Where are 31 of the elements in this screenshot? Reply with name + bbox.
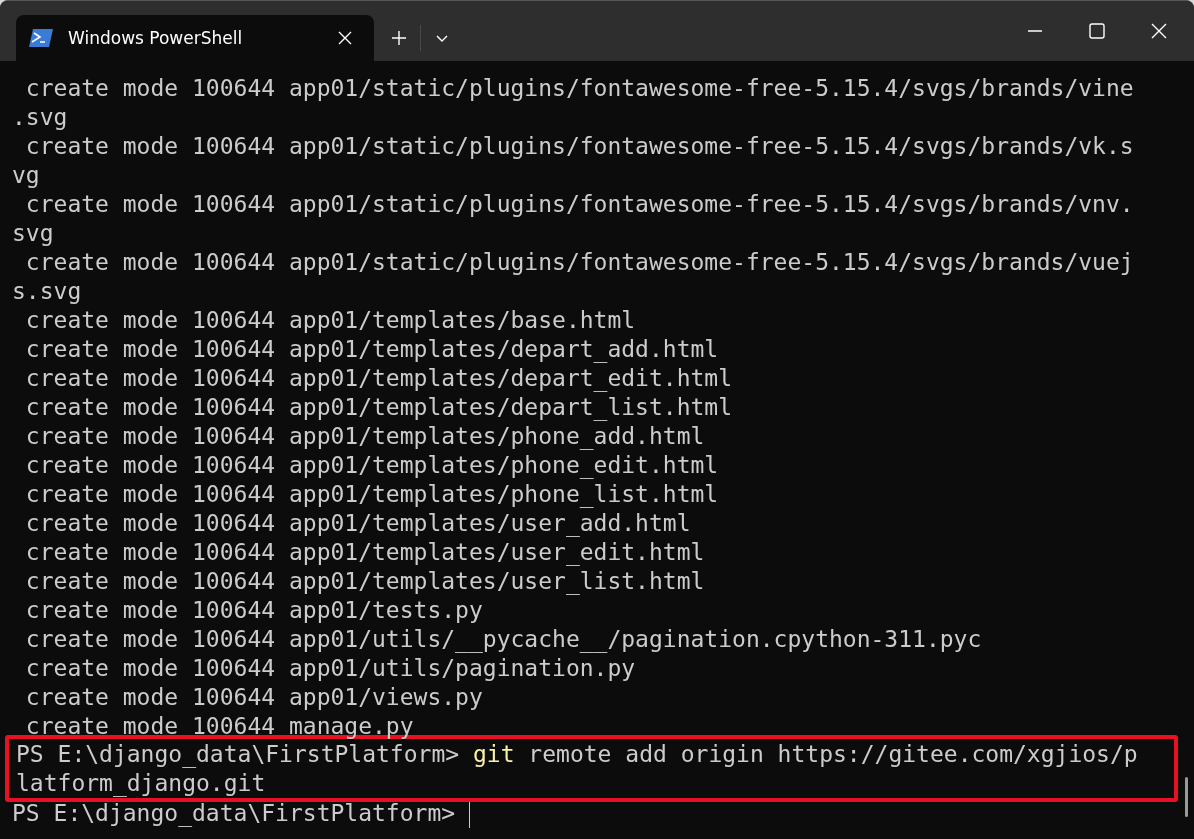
output-line: create mode 100644 app01/utils/__pycache__/pagination.cpython-311.pyc [24,625,983,654]
prompt-line: PS E:\django_data\FirstPlatform> [12,800,457,826]
tab-title: Windows PowerShell [68,28,244,48]
output-line: create mode 100644 app01/utils/pagination.py [24,654,637,683]
powershell-icon [28,28,54,48]
output-line: create mode 100644 app01/tests.py [24,596,484,625]
output-line: create mode 100644 app01/views.py [24,683,484,712]
output-line: create mode 100644 app01/templates/phone_edit.html [24,451,720,480]
output-line: create mode 100644 app01/templates/user_list.html [24,567,706,596]
output-line: create mode 100644 app01/templates/user_add.html [24,509,692,538]
output-line: create mode 100644 app01/templates/depart_edit.html [24,364,734,393]
output-line: create mode 100644 app01/static/plugins/fontawesome-free-5.15.4/svgs/brands/vnv. [24,190,1135,219]
output-line: create mode 100644 app01/templates/phone_add.html [24,422,706,451]
command-line: PS E:\django_data\FirstPlatform> git remote add origin https://gitee.com/xgjios/p [16,740,1139,769]
command-continuation: latform_django.git [16,769,267,798]
output-line: create mode 100644 app01/static/plugins/fontawesome-free-5.15.4/svgs/brands/vine [24,74,1135,103]
output-line: .svg [12,103,69,132]
output-line: create mode 100644 app01/templates/phone_list.html [24,480,720,509]
terminal-tab[interactable]: Windows PowerShell [16,15,374,61]
output-line: create mode 100644 app01/static/plugins/fontawesome-free-5.15.4/svgs/brands/vk.s [24,132,1135,161]
output-line: svg [12,219,55,248]
scrollbar-thumb[interactable] [1185,777,1188,817]
output-line: create mode 100644 app01/templates/depart_list.html [24,393,734,422]
output-line: create mode 100644 app01/static/plugins/fontawesome-free-5.15.4/svgs/brands/vuej [24,248,1135,277]
output-line: create mode 100644 app01/templates/user_edit.html [24,538,706,567]
output-line: create mode 100644 app01/templates/base.html [24,306,637,335]
output-line: vg [12,161,41,190]
output-line: create mode 100644 app01/templates/depart_add.html [24,335,720,364]
output-line: s.svg [12,277,83,306]
text-cursor [468,801,470,828]
output-line: create mode 100644 manage.py [24,712,415,741]
